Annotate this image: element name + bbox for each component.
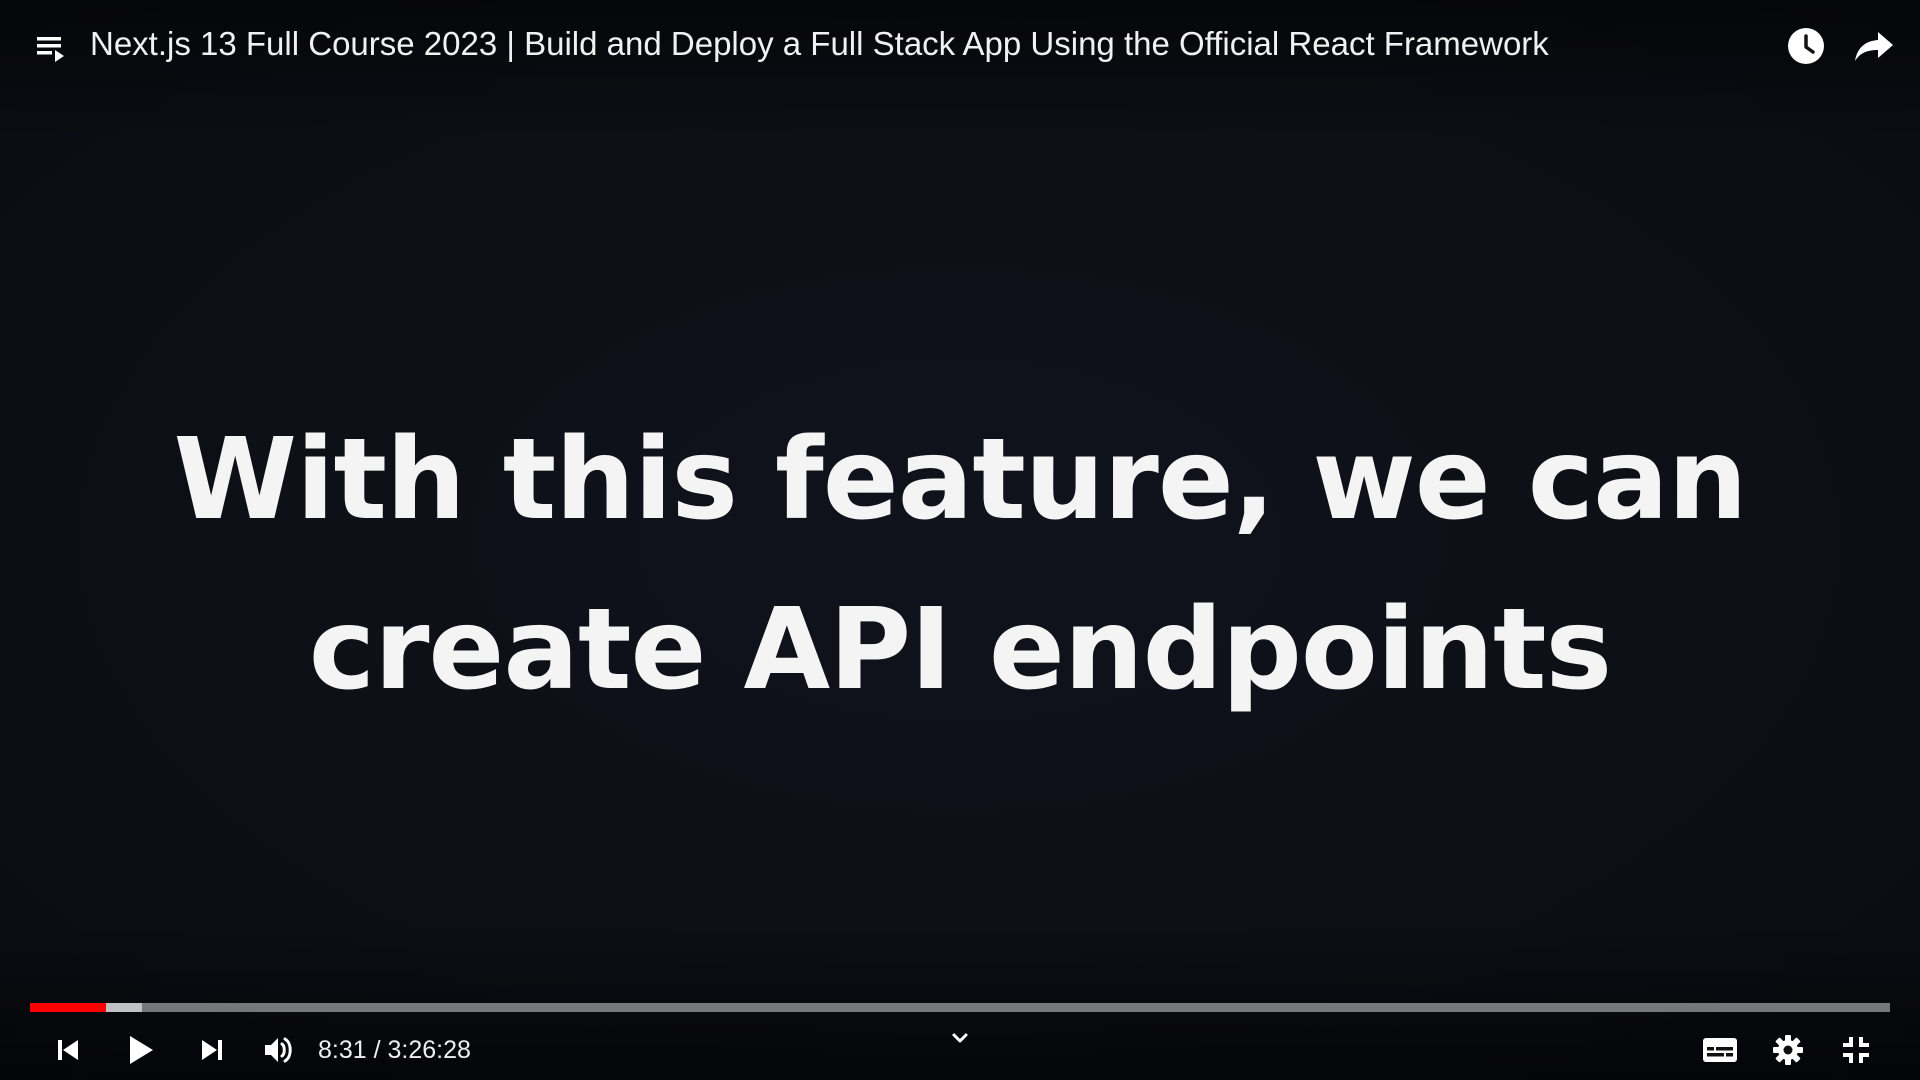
progress-played xyxy=(30,1003,107,1012)
exit-fullscreen-icon[interactable] xyxy=(1834,1028,1878,1072)
caption-line-2: create API endpoints xyxy=(308,585,1612,715)
previous-icon[interactable] xyxy=(46,1028,90,1072)
current-time: 8:31 xyxy=(318,1036,367,1064)
subtitles-icon[interactable] xyxy=(1698,1028,1742,1072)
progress-bar[interactable] xyxy=(30,1003,1890,1012)
play-icon[interactable] xyxy=(116,1026,164,1074)
top-bar: Next.js 13 Full Course 2023 | Build and … xyxy=(0,0,1920,90)
control-bar: 8:31 / 3:26:28 xyxy=(0,1020,1920,1080)
next-icon[interactable] xyxy=(190,1028,234,1072)
progress-track xyxy=(30,1003,1890,1012)
playlist-icon[interactable] xyxy=(28,26,72,70)
volume-icon[interactable] xyxy=(256,1028,300,1072)
video-player[interactable]: With this feature, we can create API end… xyxy=(0,0,1920,1080)
video-title[interactable]: Next.js 13 Full Course 2023 | Build and … xyxy=(90,22,1549,66)
video-caption: With this feature, we can create API end… xyxy=(0,395,1920,735)
share-icon[interactable] xyxy=(1850,22,1898,70)
time-separator: / xyxy=(366,1036,388,1064)
clock-icon[interactable] xyxy=(1782,22,1830,70)
caption-line-1: With this feature, we can xyxy=(173,415,1748,545)
gear-icon[interactable] xyxy=(1766,1028,1810,1072)
total-duration: 3:26:28 xyxy=(387,1036,471,1064)
chevron-down-icon[interactable] xyxy=(942,1020,978,1056)
time-display: 8:31 / 3:26:28 xyxy=(318,1032,471,1068)
